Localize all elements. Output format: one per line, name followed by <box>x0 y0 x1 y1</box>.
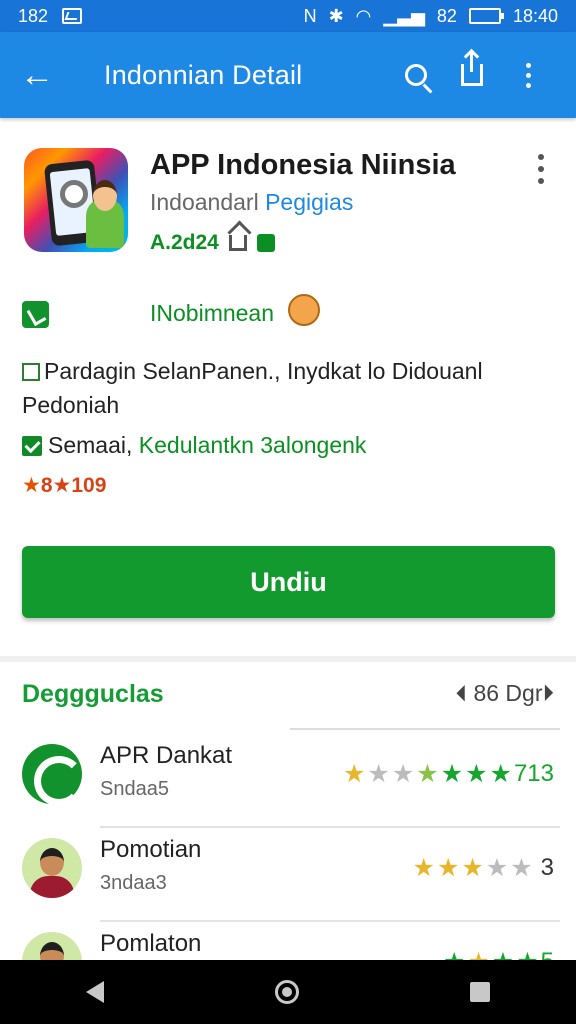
status-left-text: 182 <box>18 5 49 26</box>
phone-icon <box>22 300 49 328</box>
list-item[interactable]: Pomotian 3ndaa3 ★ ★ ★ ★ ★ 3 <box>0 828 576 922</box>
checkbox-checked-icon <box>22 436 42 456</box>
nav-back-icon[interactable] <box>85 981 104 1003</box>
star-icon: ★ <box>367 759 390 788</box>
star-icon: ★ <box>436 853 460 882</box>
app-developer: Indoandarl Pegigias <box>150 189 354 215</box>
page-title: Indonnian Detail <box>104 59 303 90</box>
bluetooth-icon: ✱ <box>328 5 344 26</box>
list-item[interactable]: APR Dankat Sndaa5 ★ ★ ★ ★ ★ ★ ★ 713 <box>0 734 576 828</box>
shopping-bag-icon <box>256 234 275 252</box>
status-time: 18:40 <box>512 5 558 26</box>
developer-label: INobimnean <box>150 300 275 326</box>
app-meta: A.2d24 <box>150 231 275 255</box>
star-icon: ★ <box>510 853 533 882</box>
star-icon: ★ <box>22 474 41 497</box>
star-icon: ★ <box>489 759 512 788</box>
item-name: APR Dankat <box>100 742 233 769</box>
app-bar: ← Indonnian Detail <box>0 32 576 118</box>
star-icon: ★ <box>461 853 484 882</box>
image-notification-icon <box>62 8 83 24</box>
share-button[interactable] <box>444 52 500 86</box>
emoji-face-icon <box>288 294 320 326</box>
battery-percent: 82 <box>436 5 457 26</box>
star-icon: ★ <box>391 759 415 788</box>
feature-line-2: Semaai, Kedulantkn 3alongenk <box>22 428 366 462</box>
reviews-section: Deggguclas ⏴ 86 Dgr⏵ APR Dankat Sndaa5 ★… <box>0 656 576 992</box>
star-icon: ★ <box>416 759 439 788</box>
checkbox-outline-icon <box>22 363 40 381</box>
overflow-menu-button[interactable] <box>500 62 556 88</box>
feature-line-1: Pardagin SelanPanen., Inydkat lo Didouan… <box>22 358 483 418</box>
item-sub: Sndaa5 <box>100 778 169 800</box>
battery-icon <box>468 8 504 24</box>
star-icon: ★ <box>440 759 464 788</box>
star-icon: ★ <box>485 853 509 882</box>
developer-link[interactable]: Pegigias <box>265 189 353 215</box>
search-button[interactable] <box>388 64 444 86</box>
item-rating: ★ ★ ★ ★ ★ ★ ★ 713 <box>343 760 554 788</box>
item-score: 3 <box>540 854 554 881</box>
star-icon: ★ <box>465 759 488 788</box>
app-icon <box>24 148 128 252</box>
app-logo-avatar <box>22 744 84 806</box>
system-nav-bar <box>0 960 576 1024</box>
developer-row: INobimnean <box>22 294 542 334</box>
app-meta-text: A.2d24 <box>150 231 219 254</box>
back-arrow-icon[interactable]: ← <box>20 58 70 92</box>
app-detail-card: APP Indonesia Niinsia Indoandarl Pegigia… <box>0 122 576 646</box>
app-title: APP Indonesia Niinsia <box>150 149 456 181</box>
wifi-icon: ◠ <box>355 5 372 26</box>
more-vert-icon <box>525 62 531 88</box>
nav-home-icon[interactable] <box>274 980 299 1004</box>
item-rating: ★ ★ ★ ★ ★ 3 <box>413 854 554 882</box>
avatar <box>22 838 82 898</box>
section-title: Deggguclas <box>22 680 164 708</box>
home-icon <box>228 235 247 251</box>
star-icon: ★ <box>343 759 366 788</box>
status-bar: 182 N ✱ ◠ ▁▃▅ 82 18:40 <box>0 0 576 32</box>
item-name: Pomotian <box>100 836 202 863</box>
install-button[interactable]: Undiu <box>22 546 555 618</box>
search-icon <box>405 64 427 86</box>
nav-recents-icon[interactable] <box>470 982 491 1002</box>
card-overflow-menu-icon[interactable] <box>538 154 544 184</box>
item-name: Pomlaton <box>100 930 202 957</box>
share-icon <box>461 52 483 86</box>
divider <box>290 728 560 730</box>
kid-illustration <box>86 180 124 248</box>
section-nav[interactable]: ⏴ 86 Dgr⏵ <box>456 680 554 707</box>
star-icon: ★ <box>412 853 435 882</box>
nfc-icon: N <box>303 5 317 26</box>
rating-summary: ★8★109 <box>22 474 107 497</box>
signal-icon: ▁▃▅ <box>383 5 425 26</box>
item-sub: 3ndaa3 <box>100 872 167 894</box>
item-score: 713 <box>513 760 554 787</box>
